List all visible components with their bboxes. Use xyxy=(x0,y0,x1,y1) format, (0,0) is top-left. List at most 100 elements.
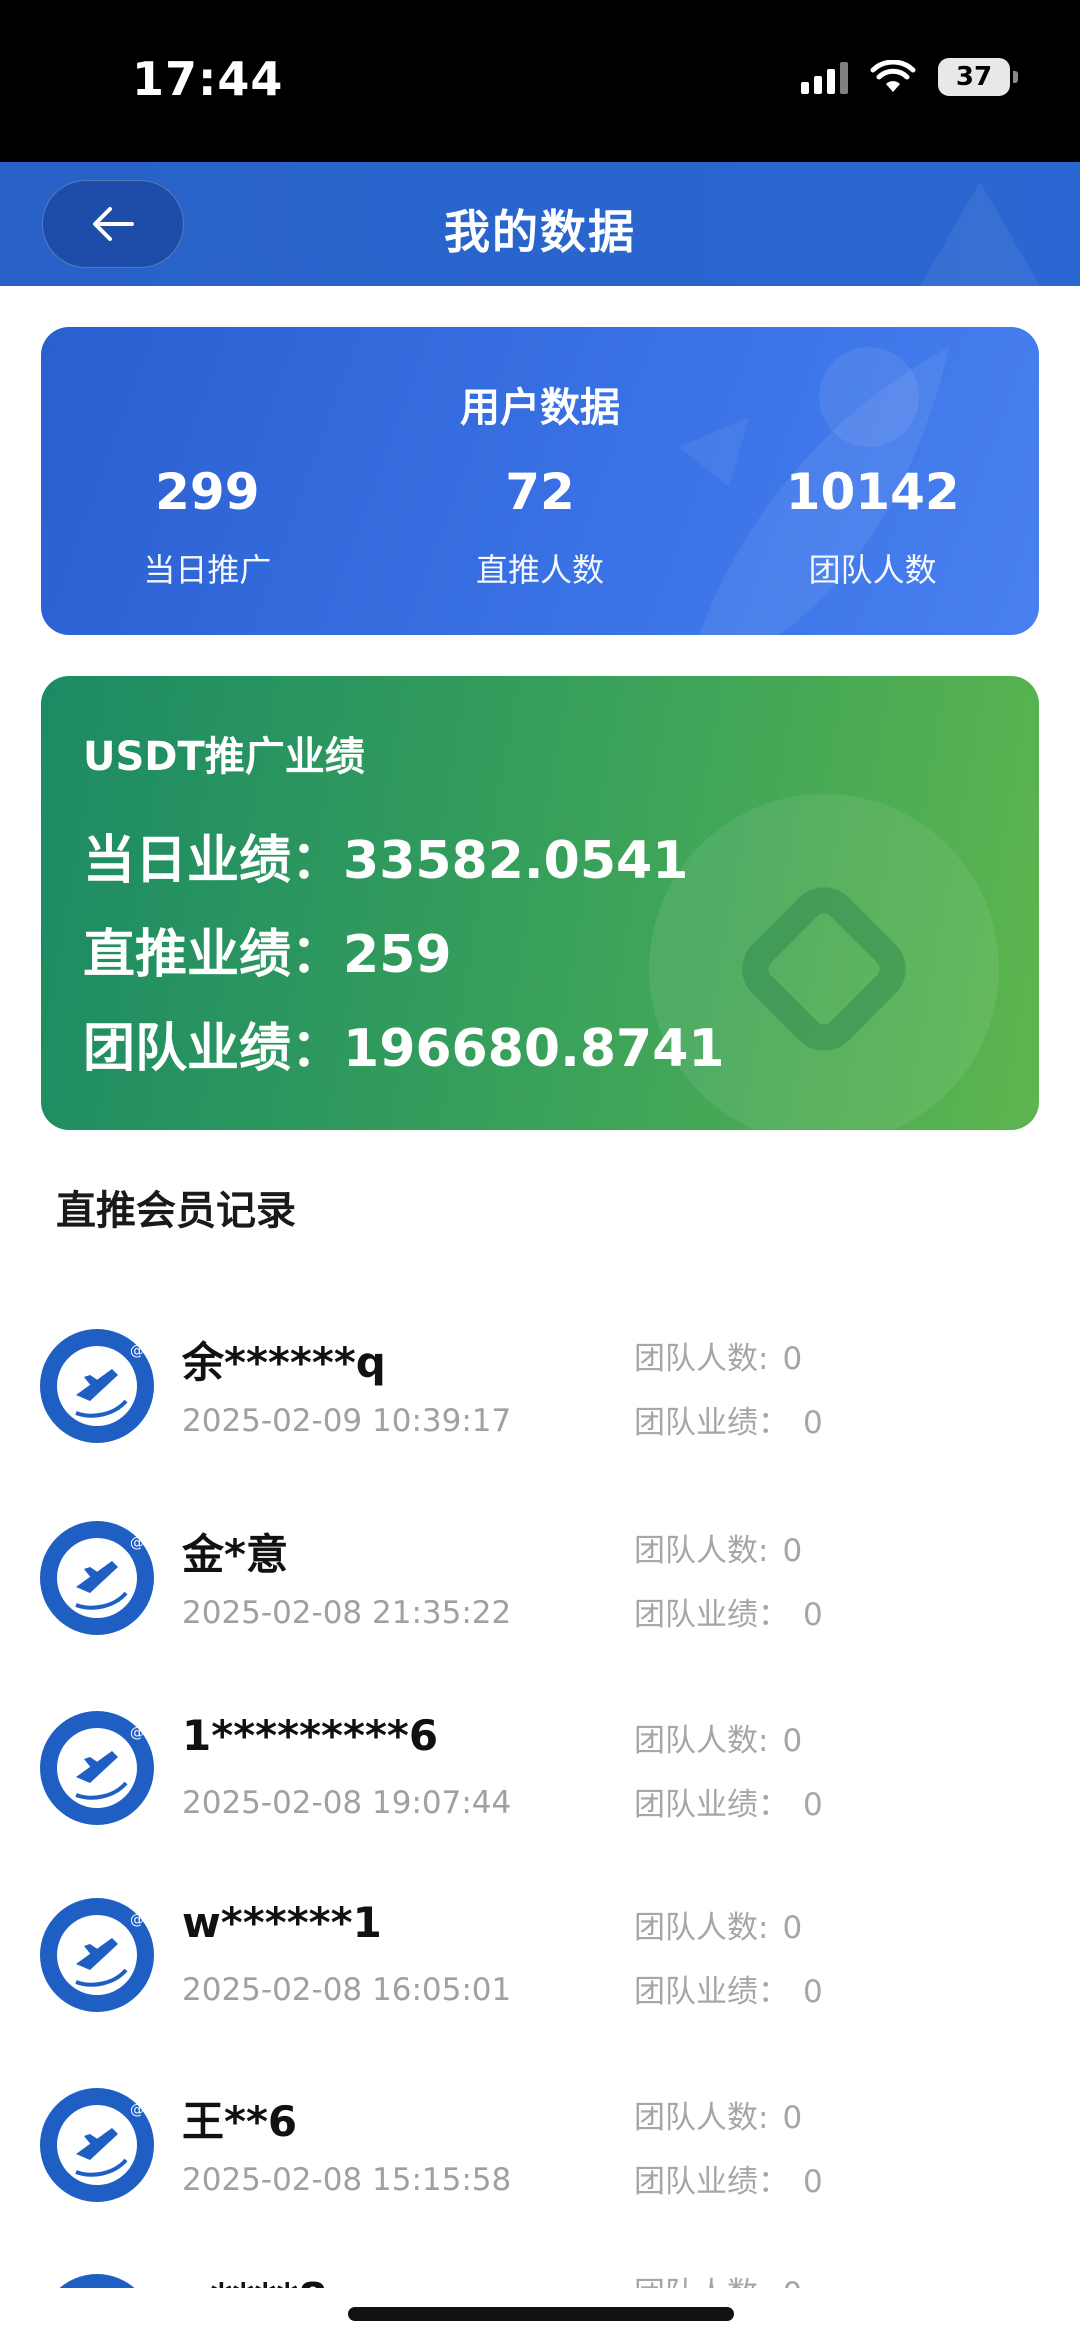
member-list: @ 余******q 2025-02-09 10:39:17 团队人数: 0 团队… xyxy=(0,1290,1080,2288)
team-perf-value: 0 xyxy=(803,1597,823,1633)
team-performance-label: 团队业绩： xyxy=(83,1019,344,1079)
team-perf-label: 团队业绩： xyxy=(634,1974,789,2010)
daily-performance-label: 当日业绩： xyxy=(83,831,344,891)
team-perf-label: 团队业绩： xyxy=(634,2164,789,2200)
team-count-value: 0 xyxy=(782,2100,803,2136)
user-stats-row: 299 当日推广 72 直推人数 10142 团队人数 xyxy=(41,463,1039,591)
team-count-label: 团队人数: xyxy=(634,1723,769,1759)
member-team-performance: 团队业绩： 0 xyxy=(634,1397,823,1442)
team-count-label: 团队人数: xyxy=(634,1533,769,1569)
battery-icon: 37 xyxy=(938,58,1018,96)
avatar: @ xyxy=(40,1711,154,1825)
member-name: 余******q xyxy=(182,1338,386,1387)
team-perf-value: 0 xyxy=(803,2164,823,2200)
member-name: w******1 xyxy=(182,1898,382,1947)
direct-performance-value: 259 xyxy=(343,925,452,985)
team-performance: 团队业绩：196680.8741 xyxy=(83,1006,725,1081)
member-time: 2025-02-08 16:05:01 xyxy=(182,1972,512,2008)
status-time: 17:44 xyxy=(132,52,284,106)
member-team-performance: 团队业绩： 0 xyxy=(634,2156,823,2201)
member-row[interactable]: @ 王**6 2025-02-08 15:15:58 团队人数: 0 团队业绩： 0 xyxy=(0,2068,1080,2258)
stat-value: 10142 xyxy=(785,463,960,521)
member-time: 2025-02-08 15:15:58 xyxy=(182,2162,512,2198)
team-count-label: 团队人数: xyxy=(634,2276,768,2288)
wifi-icon xyxy=(870,60,916,94)
usdt-performance-card: USDT推广业绩 当日业绩：33582.0541 直推业绩：259 团队业绩：1… xyxy=(41,676,1039,1130)
user-data-title: 用户数据 xyxy=(460,385,620,431)
member-team-count: 团队人数: 0 xyxy=(634,1333,802,1378)
member-row[interactable]: @ 1*********6 2025-02-08 19:07:44 团队人数: 0… xyxy=(0,1691,1080,1881)
stat-direct-referrals: 72 直推人数 xyxy=(374,463,707,591)
member-row[interactable]: @ 余******q 2025-02-09 10:39:17 团队人数: 0 团队… xyxy=(0,1309,1080,1499)
team-count-value: 0 xyxy=(782,1341,803,1377)
avatar: @ xyxy=(40,1521,154,1635)
stat-daily-promotion: 299 当日推广 xyxy=(41,463,374,591)
stat-label: 当日推广 xyxy=(143,551,272,589)
svg-text:@: @ xyxy=(130,2102,144,2118)
member-name: 金*意 xyxy=(182,1530,288,1579)
plane-logo-icon: @ xyxy=(57,1535,144,1618)
user-data-card: 用户数据 299 当日推广 72 直推人数 10142 团队人数 xyxy=(41,327,1039,635)
svg-text:@: @ xyxy=(130,1912,144,1928)
stat-value: 299 xyxy=(155,463,260,521)
team-perf-value: 0 xyxy=(803,1974,823,2010)
plane-logo-icon xyxy=(40,2274,154,2288)
team-perf-value: 0 xyxy=(803,1787,823,1823)
plane-logo-icon: @ xyxy=(57,1343,144,1426)
team-perf-label: 团队业绩： xyxy=(634,1787,789,1823)
member-team-performance: 团队业绩： 0 xyxy=(634,1589,823,1634)
stat-value: 72 xyxy=(505,463,575,521)
home-indicator[interactable] xyxy=(348,2307,734,2321)
team-performance-value: 196680.8741 xyxy=(343,1019,725,1079)
team-count-label: 团队人数: xyxy=(634,1910,769,1946)
avatar: @ xyxy=(40,1329,154,1443)
team-perf-label: 团队业绩： xyxy=(634,1597,789,1633)
member-team-performance: 团队业绩： 0 xyxy=(634,1779,823,1824)
member-name: 王**6 xyxy=(182,2097,298,2146)
header-bar: 我的数据 xyxy=(0,162,1080,286)
member-team-count: 团队人数: 0 xyxy=(634,2092,802,2137)
svg-text:@: @ xyxy=(130,1535,144,1551)
member-team-performance: 团队业绩： 0 xyxy=(634,1966,823,2011)
member-records-title: 直推会员记录 xyxy=(56,1188,296,1234)
member-team-count: 团队人数: 0 xyxy=(634,2268,802,2288)
status-icons: 37 xyxy=(801,58,1018,96)
member-name: a****8 xyxy=(182,2274,327,2288)
signal-icon xyxy=(801,60,848,94)
avatar: @ xyxy=(40,1898,154,2012)
member-row[interactable]: a****8 团队人数: 0 xyxy=(0,2254,1080,2288)
plane-logo-icon: @ xyxy=(57,2102,144,2185)
member-team-count: 团队人数: 0 xyxy=(634,1715,802,1760)
plane-logo-icon: @ xyxy=(57,1725,144,1808)
stat-label: 团队人数 xyxy=(808,551,937,589)
team-count-value: 0 xyxy=(782,1533,803,1569)
team-count-label: 团队人数: xyxy=(634,1341,769,1377)
direct-performance-label: 直推业绩： xyxy=(83,925,344,985)
status-bar: 17:44 37 xyxy=(0,0,1080,162)
team-count-value: 0 xyxy=(782,2276,802,2288)
member-time: 2025-02-09 10:39:17 xyxy=(182,1403,512,1439)
team-count-value: 0 xyxy=(782,1910,803,1946)
avatar xyxy=(40,2274,154,2288)
daily-performance: 当日业绩：33582.0541 xyxy=(83,818,688,893)
page-title: 我的数据 xyxy=(444,205,636,259)
svg-text:@: @ xyxy=(130,1343,144,1359)
member-team-count: 团队人数: 0 xyxy=(634,1525,802,1570)
stat-label: 直推人数 xyxy=(476,551,605,589)
plane-logo-icon: @ xyxy=(57,1912,144,1995)
stat-team-size: 10142 团队人数 xyxy=(706,463,1039,591)
member-time: 2025-02-08 19:07:44 xyxy=(182,1785,512,1821)
member-team-count: 团队人数: 0 xyxy=(634,1902,802,1947)
daily-performance-value: 33582.0541 xyxy=(343,831,689,891)
member-time: 2025-02-08 21:35:22 xyxy=(182,1595,512,1631)
page: 17:44 37 我的数据 用户数据 299 当日推广 72 直推人数 1014… xyxy=(0,0,1080,2341)
team-count-label: 团队人数: xyxy=(634,2100,769,2136)
avatar: @ xyxy=(40,2088,154,2202)
team-perf-value: 0 xyxy=(803,1405,823,1441)
member-row[interactable]: @ 金*意 2025-02-08 21:35:22 团队人数: 0 团队业绩： 0 xyxy=(0,1501,1080,1691)
usdt-title: USDT推广业绩 xyxy=(83,734,365,780)
member-row[interactable]: @ w******1 2025-02-08 16:05:01 团队人数: 0 团队… xyxy=(0,1878,1080,2068)
direct-performance: 直推业绩：259 xyxy=(83,912,452,987)
svg-text:@: @ xyxy=(130,1725,144,1741)
team-count-value: 0 xyxy=(782,1723,803,1759)
